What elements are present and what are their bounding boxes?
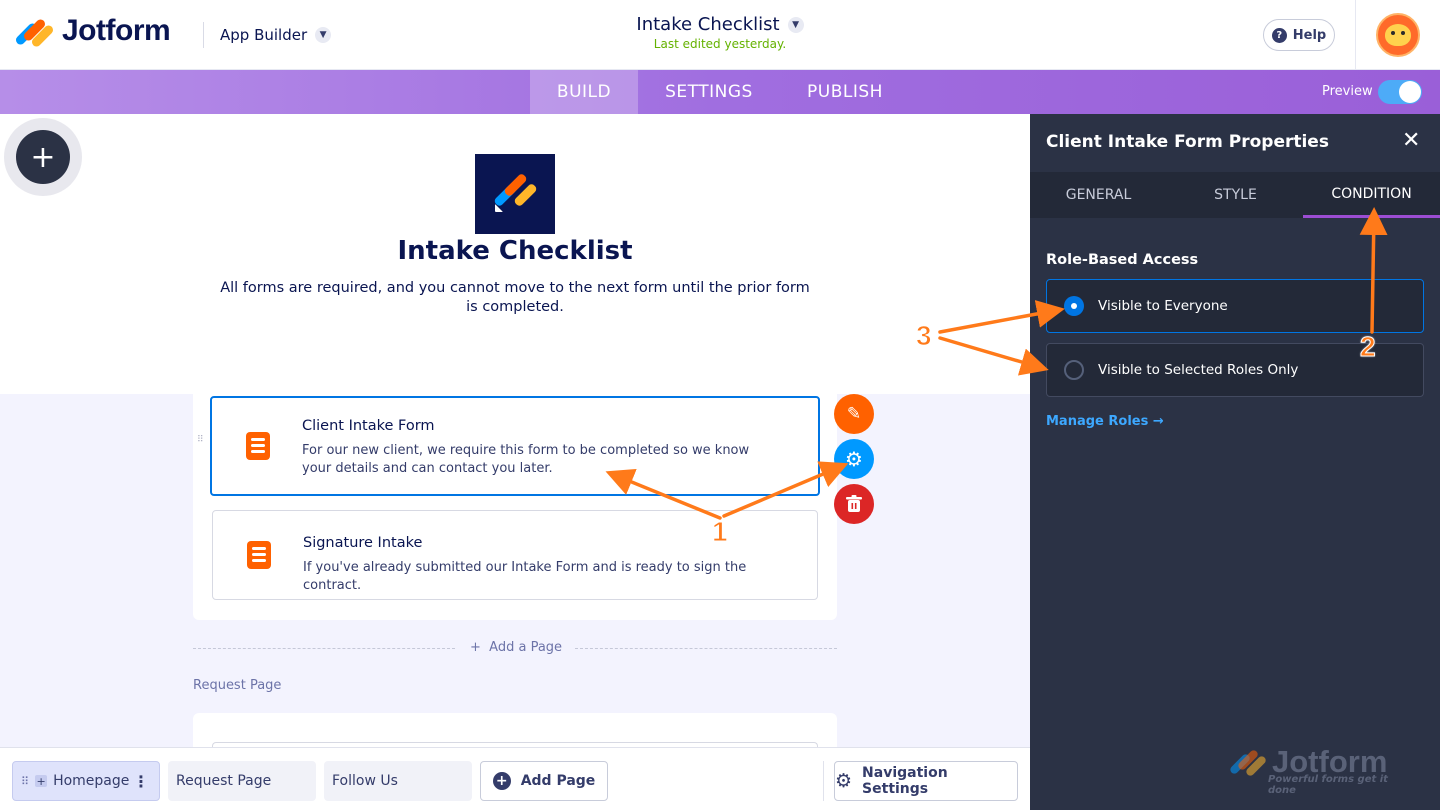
dashed-divider [193,648,455,649]
add-a-page-row[interactable]: + Add a Page [193,640,837,658]
drag-handle-icon[interactable]: ⠿ [197,436,207,454]
page-tab-label: Homepage [53,773,130,789]
manage-roles-link[interactable]: Manage Roles → [1046,414,1164,429]
jotform-watermark-icon [1228,746,1268,782]
tab-publish[interactable]: PUBLISH [790,70,900,114]
add-page-label: Add Page [520,773,596,789]
form-description: For our new client, we require this form… [302,443,750,476]
trash-icon [846,495,862,512]
add-element-button[interactable]: + [16,130,70,184]
tab-build[interactable]: BUILD [530,70,638,114]
jotform-logo-icon [14,15,55,49]
help-label: Help [1292,27,1327,43]
preview-toggle[interactable] [1378,80,1422,104]
user-avatar-icon [1385,24,1411,46]
form-card-client-intake[interactable]: Client Intake Form For our new client, w… [210,396,820,496]
add-a-page-link[interactable]: + Add a Page [470,640,562,655]
dashed-divider [575,648,837,649]
top-header: Jotform App Builder ▼ Intake Checklist ▼… [0,0,1440,70]
radio-button-unchecked[interactable] [1064,360,1084,380]
app-title[interactable]: Intake Checklist [215,236,815,266]
add-a-page-label: Add a Page [489,640,563,655]
form-icon [246,432,270,460]
brand-name: Jotform [62,14,171,47]
edit-form-button[interactable]: ✎ [834,394,874,434]
radio-button-checked[interactable] [1064,296,1084,316]
header-divider [203,22,204,48]
tab-general[interactable]: GENERAL [1030,172,1167,218]
close-icon[interactable]: ✕ [1402,128,1420,153]
radio-visible-to-everyone[interactable]: Visible to Everyone [1046,279,1424,333]
gear-icon: ⚙ [845,447,863,471]
page-tab-homepage[interactable]: ⠿ + Homepage ⋮ [12,761,160,801]
annotation-number-2: 2 [1360,331,1377,363]
radio-label: Visible to Selected Roles Only [1098,362,1299,378]
document-title[interactable]: Intake Checklist ▼ [636,14,804,35]
annotation-number-1: 1 [712,516,729,548]
drag-handle-icon[interactable]: ⠿ [21,775,29,788]
tab-condition[interactable]: CONDITION [1303,172,1440,218]
help-button[interactable]: ? Help [1263,19,1335,51]
tab-settings[interactable]: SETTINGS [648,70,770,114]
pencil-icon: ✎ [846,404,862,424]
properties-panel: Client Intake Form Properties ✕ GENERAL … [1030,114,1440,810]
properties-tabs: GENERAL STYLE CONDITION [1030,172,1440,218]
app-builder-label: App Builder [220,26,308,44]
page-tab-request-page[interactable]: Request Page [168,761,316,801]
navigation-settings-button[interactable]: ⚙ Navigation Settings [834,761,1018,801]
plus-circle-icon: + [492,772,511,790]
form-title: Signature Intake [303,535,423,551]
chevron-down-icon[interactable]: ▼ [787,16,804,33]
navigation-settings-label: Navigation Settings [862,765,948,797]
form-title: Client Intake Form [302,418,435,434]
app-description[interactable]: All forms are required, and you cannot m… [215,279,815,317]
jotform-watermark: Jotform Powerful forms get it done [1228,744,1412,796]
document-title-text: Intake Checklist [636,14,780,35]
add-page-button[interactable]: + Add Page [480,761,608,801]
page-tab-label: Follow Us [332,773,398,789]
bottom-bar-divider [823,761,824,801]
document-title-block: Intake Checklist ▼ Last edited yesterday… [560,14,880,51]
preview-label: Preview [1322,84,1373,99]
pages-bottom-bar: ⠿ + Homepage ⋮ Request Page Follow Us + … [0,747,1030,810]
builder-nav-bar: BUILD SETTINGS PUBLISH Preview [0,70,1440,114]
chevron-down-icon: ▼ [315,27,332,43]
form-icon [247,541,271,569]
home-plus-icon: + [35,774,48,788]
user-avatar[interactable] [1376,13,1420,57]
last-edited-status: Last edited yesterday. [653,37,787,51]
more-options-icon[interactable]: ⋮ [133,772,149,791]
jotform-logo[interactable]: Jotform [14,14,171,49]
annotation-number-3: 3 [916,320,933,352]
app-icon[interactable] [475,154,555,234]
form-description: If you've already submitted our Intake F… [303,560,747,593]
question-icon: ? [1271,27,1287,43]
radio-label: Visible to Everyone [1098,298,1228,314]
toggle-knob [1399,81,1421,103]
form-settings-button[interactable]: ⚙ [834,439,874,479]
gear-icon: ⚙ [835,770,853,792]
properties-panel-title: Client Intake Form Properties [1046,132,1329,152]
delete-form-button[interactable] [834,484,874,524]
role-based-access-heading: Role-Based Access [1046,252,1199,268]
page-tab-label: Request Page [176,773,272,789]
header-divider-right [1355,0,1356,70]
page-tab-follow-us[interactable]: Follow Us [324,761,472,801]
plus-icon: + [30,139,56,175]
request-page-label: Request Page [193,678,282,693]
watermark-tagline: Powerful forms get it done [1268,774,1388,796]
tab-style[interactable]: STYLE [1167,172,1304,218]
app-builder-menu[interactable]: App Builder ▼ [220,26,332,44]
